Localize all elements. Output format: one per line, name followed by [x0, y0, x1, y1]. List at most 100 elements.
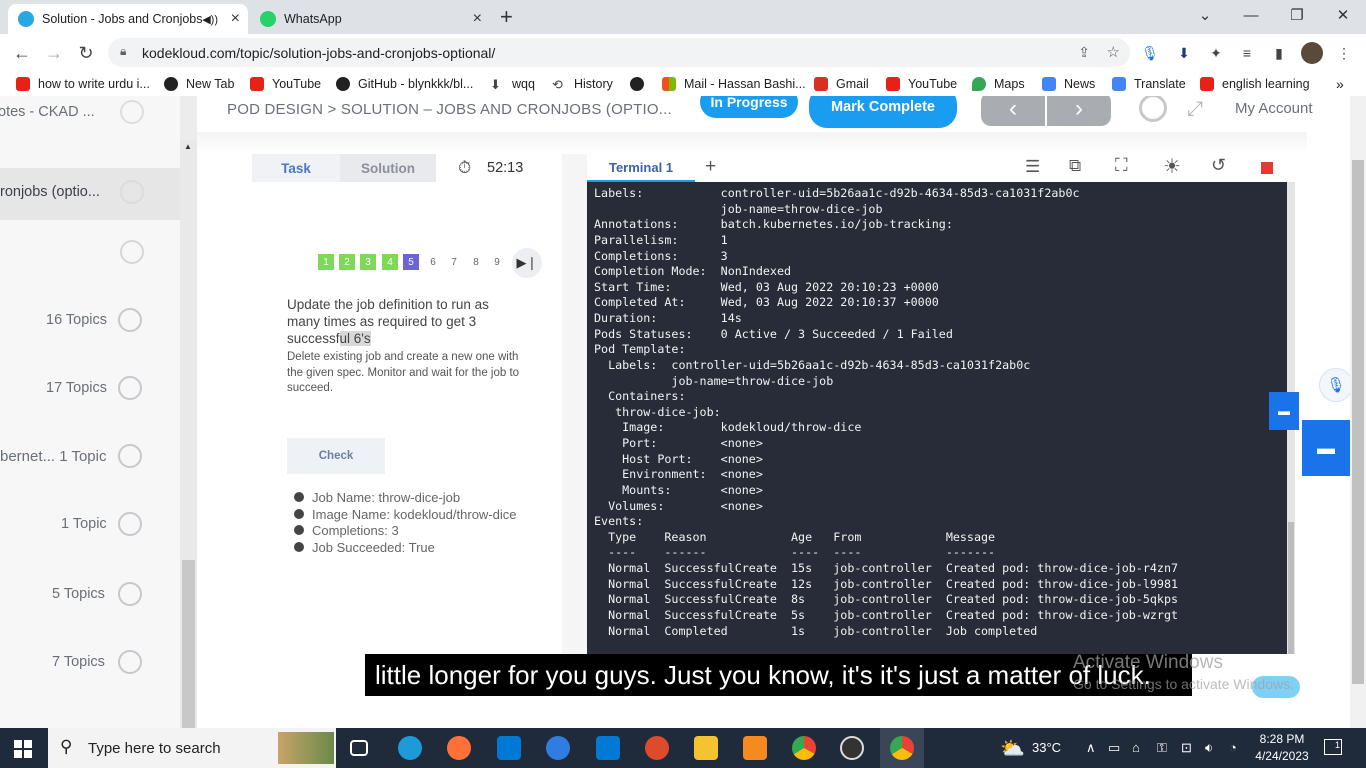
terminal-output[interactable]: Labels: controller-uid=5b26aa1c-d92b-463…	[587, 182, 1287, 654]
clock[interactable]: 8:28 PM 4/24/2023	[1252, 731, 1312, 765]
download-extension-icon[interactable]: ⬇	[1174, 43, 1194, 63]
media-control-icon[interactable]: ≡	[1237, 43, 1257, 63]
menu-kebab-icon[interactable]: ⋮	[1334, 43, 1354, 63]
step-indicator[interactable]: 1	[318, 254, 334, 270]
minimize-icon[interactable]: —	[1228, 0, 1274, 30]
step-indicator[interactable]: 9	[489, 254, 505, 270]
bookmark-item[interactable]: ⟲ History	[552, 76, 613, 92]
bookmark-item[interactable]: Translate	[1112, 76, 1186, 92]
tray-app-icon[interactable]: ⚿	[1157, 740, 1167, 756]
settings-app-icon[interactable]	[743, 736, 767, 760]
sidebar-item-module[interactable]: 5 Topics	[0, 570, 180, 620]
step-indicator[interactable]: 3	[360, 254, 376, 270]
step-indicator-current[interactable]: 5	[403, 254, 419, 270]
sidebar-scrollbar[interactable]: ▲	[180, 140, 197, 728]
step-indicator[interactable]: 2	[339, 254, 355, 270]
bookmark-item[interactable]: YouTube	[250, 76, 321, 92]
browser-tab-kodekloud[interactable]: Solution - Jobs and Cronjobs ◀)) ×	[8, 4, 248, 34]
back-arrow-icon[interactable]: ←	[9, 41, 35, 65]
camera-icon[interactable]: ⊡	[1181, 740, 1192, 756]
brightness-icon[interactable]: ☀	[1163, 154, 1181, 179]
sidebar-item-module[interactable]: 16 Topics	[0, 296, 180, 346]
tab-search-chevron-icon[interactable]: ⌄	[1182, 0, 1228, 30]
windows-start-icon[interactable]	[14, 740, 32, 758]
bookmark-item[interactable]	[630, 76, 652, 92]
previous-lesson-button[interactable]: ‹	[981, 96, 1045, 126]
firefox-icon[interactable]	[447, 736, 471, 760]
tab-task[interactable]: Task	[252, 154, 340, 182]
step-indicator[interactable]: 6	[425, 254, 441, 270]
menu-hamburger-icon[interactable]: ☰	[1025, 157, 1040, 177]
bookmark-item[interactable]: ⬇ wqq	[490, 76, 535, 92]
tab-close-icon[interactable]: ×	[473, 10, 482, 28]
bookmark-star-icon[interactable]: ☆	[1107, 43, 1120, 61]
tab-close-icon[interactable]: ×	[231, 10, 240, 28]
my-account-link[interactable]: My Account	[1235, 100, 1313, 117]
active-app-highlight[interactable]	[880, 728, 924, 768]
step-indicator[interactable]: 4	[382, 254, 398, 270]
profile-avatar[interactable]	[1301, 42, 1323, 64]
bookmark-item[interactable]: GitHub - blynkkk/bl...	[336, 76, 473, 92]
notification-center-icon[interactable]: 1	[1324, 739, 1342, 755]
step-indicator[interactable]: 7	[446, 254, 462, 270]
microphone-icon[interactable]: 🎙︎	[1140, 43, 1160, 63]
mail-icon[interactable]	[596, 736, 620, 760]
bookmark-item[interactable]: New Tab	[164, 76, 234, 92]
sidebar-item-module[interactable]: 17 Topics	[0, 364, 180, 414]
scroll-up-arrow-icon[interactable]: ▲	[184, 142, 192, 151]
check-button[interactable]: Check	[287, 438, 385, 474]
bookmark-item[interactable]: english learning	[1200, 76, 1310, 92]
phone-link-icon[interactable]	[546, 736, 570, 760]
temperature[interactable]: 33°C	[1032, 740, 1061, 755]
reload-icon[interactable]: ↻	[73, 41, 99, 65]
tab-audio-icon[interactable]: ◀))	[202, 13, 218, 26]
scrollbar-thumb[interactable]	[1288, 522, 1294, 654]
chat-widget-small[interactable]: ▬	[1269, 392, 1299, 430]
open-external-icon[interactable]: ⧉	[1069, 156, 1081, 176]
address-bar[interactable]: 🔒︎ kodekloud.com/topic/solution-jobs-and…	[108, 38, 1130, 67]
tab-solution[interactable]: Solution	[340, 154, 436, 182]
bookmarks-overflow-icon[interactable]: »	[1336, 76, 1344, 92]
bookmark-item[interactable]: News	[1042, 76, 1095, 92]
sidebar-item-partial[interactable]: otes - CKAD ...	[0, 96, 180, 130]
network-icon[interactable]: ⌂	[1132, 740, 1140, 755]
scrollbar-thumb[interactable]	[182, 560, 195, 728]
taskbar-search-box[interactable]: ⚲ Type here to search	[48, 728, 336, 768]
sidebar-item-current-topic[interactable]: ronjobs (optio...	[0, 168, 180, 220]
share-icon[interactable]: ⇪	[1078, 44, 1090, 61]
show-hidden-icons-icon[interactable]: ∧	[1086, 740, 1096, 756]
in-progress-badge[interactable]: In Progress	[700, 96, 798, 118]
new-tab-button[interactable]: +	[500, 4, 513, 30]
edge-browser-icon[interactable]	[398, 736, 422, 760]
bookmark-item[interactable]: Maps	[972, 76, 1025, 92]
sidebar-item[interactable]	[0, 228, 180, 278]
dark-mode-toggle-icon[interactable]	[1139, 96, 1167, 122]
restore-icon[interactable]: ❐	[1274, 0, 1320, 30]
url-text[interactable]: kodekloud.com/topic/solution-jobs-and-cr…	[142, 45, 495, 61]
task-view-icon[interactable]	[350, 740, 368, 756]
bookmark-item[interactable]: YouTube	[886, 76, 957, 92]
bookmark-item[interactable]: Mail - Hassan Bashi...	[662, 76, 806, 92]
scrollbar-thumb[interactable]	[1352, 160, 1364, 684]
volume-icon[interactable]: 🔉︎	[1205, 740, 1213, 756]
voice-assistant-icon[interactable]: 🎙︎	[1319, 368, 1353, 402]
forward-arrow-icon[interactable]: →	[41, 41, 67, 65]
skip-to-end-icon[interactable]: ▶❘	[512, 248, 542, 278]
close-window-icon[interactable]: ✕	[1320, 0, 1366, 30]
stop-icon[interactable]	[1261, 162, 1273, 174]
extensions-puzzle-icon[interactable]: ✦	[1206, 43, 1226, 63]
weather-icon[interactable]: ⛅	[1000, 736, 1025, 761]
app-icon-red[interactable]	[645, 736, 669, 760]
step-indicator[interactable]: 8	[468, 254, 484, 270]
mark-complete-button[interactable]: Mark Complete	[809, 96, 957, 128]
file-explorer-icon[interactable]	[694, 736, 718, 760]
chat-widget-large[interactable]: ▬	[1302, 420, 1350, 476]
add-terminal-button[interactable]: +	[705, 156, 716, 178]
sidebar-item-module[interactable]: 1 Topic	[0, 500, 180, 550]
chrome-icon[interactable]	[792, 736, 816, 760]
panel-divider[interactable]	[562, 154, 588, 654]
battery-icon[interactable]: ▭	[1108, 740, 1120, 756]
microsoft-store-icon[interactable]	[497, 736, 521, 760]
side-panel-icon[interactable]: ▮	[1269, 43, 1289, 63]
refresh-icon[interactable]: ↺	[1211, 155, 1226, 176]
